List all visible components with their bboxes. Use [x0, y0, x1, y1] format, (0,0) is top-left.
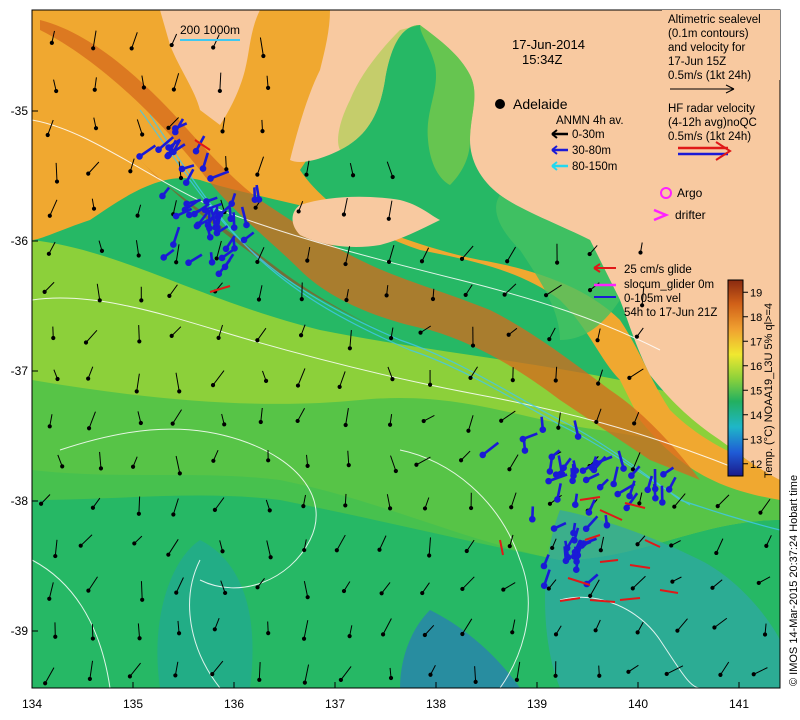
longitude-tick-label: 140 [628, 697, 648, 711]
glider-legend-line-1: 25 cm/s glide [624, 264, 692, 276]
longitude-tick-label: 138 [426, 697, 446, 711]
altimetry-legend-line-5: 0.5m/s (1kt 24h) [668, 70, 751, 82]
latitude-tick-label: -38 [11, 494, 29, 508]
city-marker [495, 99, 505, 109]
colorbar-tick-label: 15 [750, 385, 762, 397]
colorbar-tick-label: 12 [750, 459, 762, 471]
colorbar-tick-label: 14 [750, 410, 762, 422]
colorbar-tick-label: 13 [750, 434, 762, 446]
latitude-tick-label: -35 [11, 104, 29, 118]
map-date: 17-Jun-2014 [512, 37, 585, 52]
map-time: 15:34Z [522, 52, 563, 67]
map-figure: 134 135 136 137 138 139 140 141 -35 -36 -37 -38 -39… [11, 9, 800, 711]
anmn-legend-label-2: 80-150m [572, 161, 617, 173]
credit-text: © IMOS 14-Mar-2015 20:37:24 Hobart time [788, 475, 800, 686]
colorbar-tick-label: 17 [750, 336, 762, 348]
colorbar-tick-label: 16 [750, 361, 762, 373]
longitude-tick-label: 136 [224, 697, 244, 711]
anmn-legend-label-1: 30-80m [572, 145, 611, 157]
longitude-tick-label: 141 [729, 697, 749, 711]
glider-legend-line-3: 0-105m vel [624, 293, 681, 305]
latitude-tick-label: -37 [11, 364, 29, 378]
anmn-legend-label-0: 0-30m [572, 129, 605, 141]
colorbar-gradient [727, 279, 744, 477]
argo-legend-label: Argo [677, 186, 703, 200]
altimetry-legend-line-4: 17-Jun 15Z [668, 56, 726, 68]
latitude-tick-label: -39 [11, 624, 29, 638]
city-label: Adelaide [513, 96, 568, 112]
hf-legend-line-2: (4-12h avg)noQC [668, 117, 757, 129]
colorbar-label: Temp. (°C) NOAA19_L3U 5% ql>=4 [763, 303, 775, 478]
altimetry-legend-line-1: Altimetric sealevel [668, 14, 761, 26]
glider-legend-line-2: slocum_glider 0m [624, 279, 714, 291]
altimetry-legend-line-2: (0.1m contours) [668, 28, 749, 40]
hf-legend-line-1: HF radar velocity [668, 103, 755, 115]
drifter-legend-label: drifter [675, 208, 706, 222]
latitude-tick-label: -36 [11, 234, 29, 248]
colorbar-tick-label: 19 [750, 287, 762, 299]
glider-legend-line-4: 54h to 17-Jun 21Z [624, 307, 717, 319]
longitude-tick-label: 135 [123, 697, 143, 711]
longitude-tick-label: 134 [22, 697, 42, 711]
anmn-legend-title: ANMN 4h av. [556, 115, 624, 127]
longitude-tick-label: 139 [527, 697, 547, 711]
scale-label: 200 1000m [180, 23, 240, 37]
longitude-tick-label: 137 [325, 697, 345, 711]
altimetry-legend-line-3: and velocity for [668, 42, 746, 54]
colorbar-tick-label: 18 [750, 312, 762, 324]
hf-legend-line-3: 0.5m/s (1kt 24h) [668, 131, 751, 143]
